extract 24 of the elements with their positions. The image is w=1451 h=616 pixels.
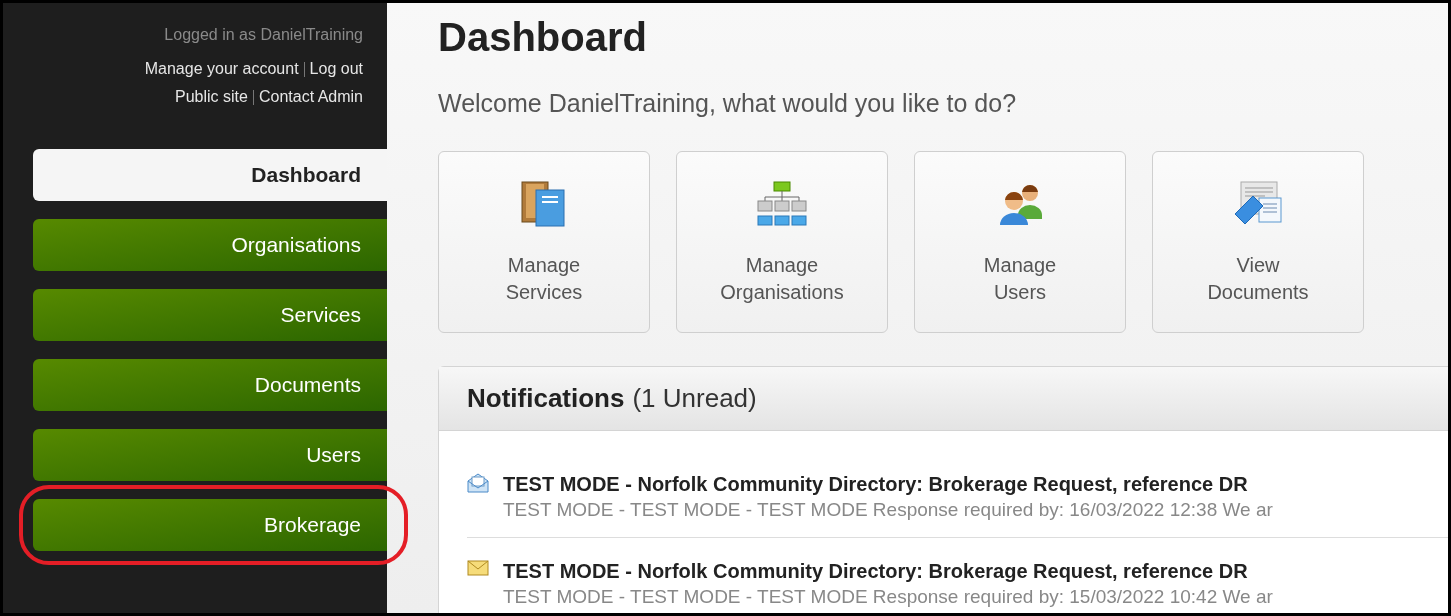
welcome-text: Welcome DanielTraining, what would you like to do? (438, 88, 1018, 119)
notification-subject[interactable]: TEST MODE - Norfolk Community Directory: Brokerage Request, reference DR (503, 470, 1273, 497)
unread-count: (1 Unread) (632, 381, 757, 415)
login-status: Logged in as DanielTraining (164, 25, 363, 45)
nav-item[interactable]: Organisations (33, 219, 387, 271)
notification-summary: TEST MODE - TEST MODE - TEST MODE Response required by: 15/03/2022 10:42 We ar (503, 584, 1273, 609)
notification-subject[interactable]: TEST MODE - Norfolk Community Directory: Brokerage Request, reference DR (503, 557, 1273, 584)
nav-item[interactable]: Brokerage (33, 499, 387, 551)
account-link[interactable]: Manage your account (144, 57, 299, 81)
nav-item[interactable]: Services (33, 289, 387, 341)
hierarchy-icon (755, 179, 809, 228)
account-link[interactable]: Public site (175, 85, 248, 109)
dashboard-tile[interactable]: Manage Organisations (676, 150, 888, 333)
dashboard-tile[interactable]: Manage Users (914, 150, 1126, 333)
dashboard-tile[interactable]: Manage Services (438, 150, 650, 333)
nav-item[interactable]: Users (33, 429, 387, 481)
panel-title: Notifications (467, 381, 625, 415)
notification-summary: TEST MODE - TEST MODE - TEST MODE Response required by: 16/03/2022 12:38 We ar (503, 497, 1273, 522)
nav-item[interactable]: Dashboard (33, 149, 387, 201)
nav-item[interactable]: Documents (33, 359, 387, 411)
page-title: Dashboard (438, 17, 648, 57)
account-link[interactable]: Contact Admin (258, 85, 363, 109)
account-link[interactable]: Log out (309, 57, 363, 81)
dashboard-tile[interactable]: View Documents (1152, 150, 1364, 333)
